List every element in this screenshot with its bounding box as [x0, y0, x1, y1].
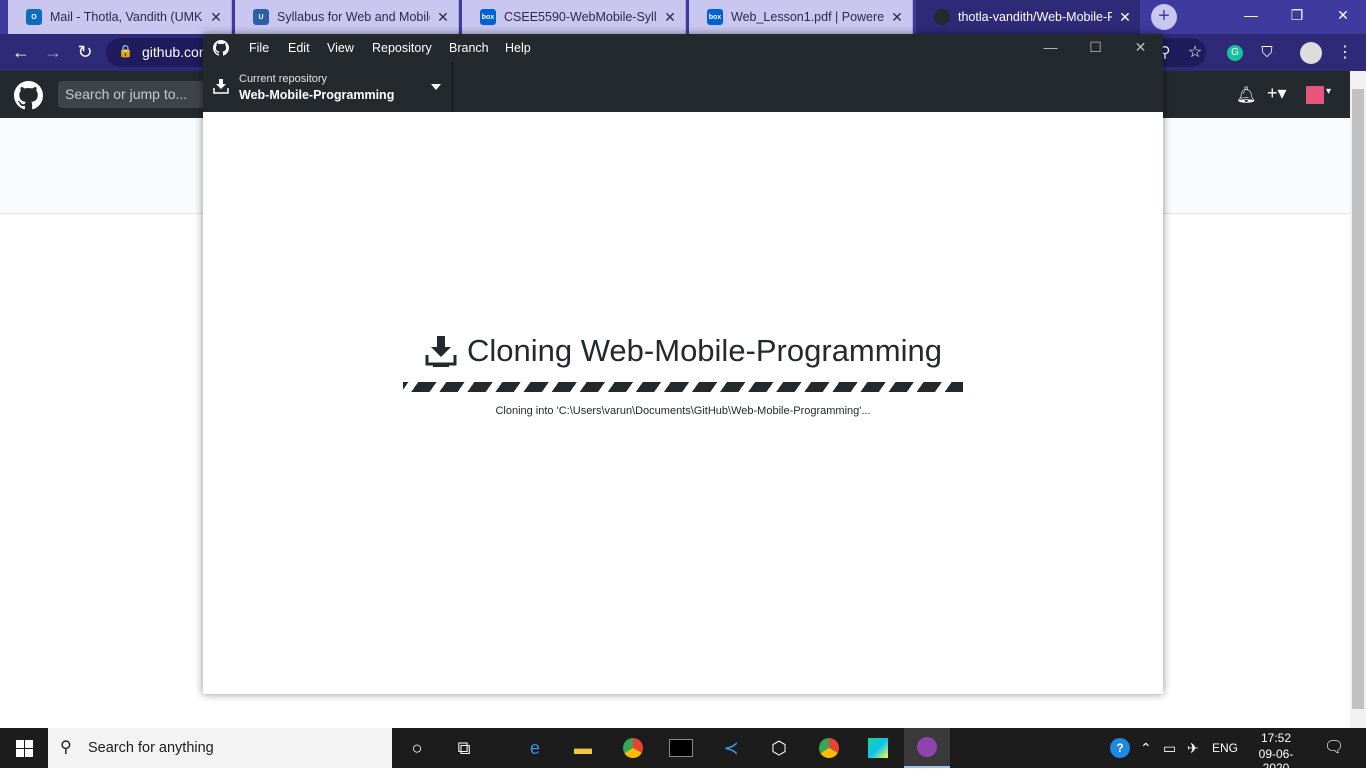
menu-file[interactable]: File — [249, 34, 269, 62]
current-repository-name: Web-Mobile-Programming — [239, 88, 395, 102]
close-icon[interactable]: ✕ — [1118, 9, 1132, 26]
chrome-icon[interactable] — [814, 733, 844, 763]
chevron-down-icon — [431, 84, 441, 90]
browser-tab-lesson[interactable]: box Web_Lesson1.pdf | Powered by ✕ — [689, 0, 913, 34]
help-icon[interactable]: ? — [1110, 728, 1130, 768]
app-close-icon[interactable]: ✕ — [1118, 34, 1163, 62]
github-desktop-icon — [917, 737, 937, 757]
bell-icon[interactable]: 🔔︎ — [1236, 85, 1256, 105]
minimize-icon[interactable]: — — [1228, 0, 1274, 30]
edge-icon[interactable]: e — [520, 733, 550, 763]
app-title-bar: File Edit View Repository Branch Help — … — [203, 34, 1163, 62]
close-icon[interactable]: ✕ — [890, 9, 904, 26]
taskbar-search-placeholder: Search for anything — [88, 740, 214, 756]
github-logo-icon — [213, 40, 229, 56]
menu-edit[interactable]: Edit — [288, 34, 310, 62]
github-desktop-taskbar-button[interactable] — [904, 728, 950, 768]
menu-branch[interactable]: Branch — [449, 34, 489, 62]
lock-icon: 🔒 — [118, 44, 133, 58]
tab-title: Syllabus for Web and Mobile P — [277, 10, 430, 24]
shield-icon[interactable]: ⛉ — [1252, 34, 1282, 71]
app-maximize-icon[interactable]: ☐ — [1073, 34, 1118, 62]
clone-download-icon — [213, 79, 229, 94]
box-icon: box — [707, 9, 723, 25]
current-repository-selector[interactable]: Current repository Web-Mobile-Programmin… — [203, 62, 453, 112]
terminal-icon[interactable] — [666, 733, 696, 763]
menu-repository[interactable]: Repository — [372, 34, 432, 62]
github-desktop-window: File Edit View Repository Branch Help — … — [203, 34, 1163, 694]
clone-progress-view: Cloning Web-Mobile-Programming Cloning i… — [203, 112, 1163, 694]
app-minimize-icon[interactable]: — — [1028, 34, 1073, 62]
vscode-icon[interactable]: ≺ — [716, 733, 746, 763]
browser-menu-icon[interactable]: ⋮ — [1330, 34, 1360, 71]
taskbar-clock[interactable]: 17:52 09-06-2020 — [1250, 731, 1302, 775]
webstorm-icon[interactable] — [863, 733, 893, 763]
search-icon: ⚲ — [60, 739, 72, 756]
reload-icon[interactable]: ↻ — [70, 34, 100, 71]
browser-tab-strip: O Mail - Thotla, Vandith (UMKC-S ✕ U Syl… — [0, 0, 1366, 34]
scrollbar-thumb[interactable] — [1352, 89, 1364, 709]
tab-title: thotla-vandith/Web-Mobile-Pr — [958, 10, 1112, 24]
browser-tab-box-syllabus[interactable]: box CSEE5590-WebMobile-Syllabu ✕ — [462, 0, 686, 34]
tab-title: Web_Lesson1.pdf | Powered by — [731, 10, 884, 24]
clone-progress-bar — [403, 382, 963, 392]
clone-download-icon — [425, 336, 457, 367]
clone-status-text: Cloning into 'C:\Users\varun\Documents\G… — [495, 405, 871, 417]
github-icon — [934, 9, 950, 25]
close-icon[interactable]: ✕ — [436, 9, 450, 26]
battery-icon[interactable]: ▭ — [1163, 728, 1176, 768]
current-repository-label: Current repository — [239, 73, 328, 85]
grammarly-icon[interactable]: G — [1220, 34, 1250, 71]
tab-title: CSEE5590-WebMobile-Syllabu — [504, 10, 657, 24]
plus-icon[interactable]: +▾ — [1267, 83, 1287, 104]
clone-title-text: Cloning Web-Mobile-Programming — [467, 333, 942, 368]
notification-icon[interactable]: 🗨︎ — [1324, 728, 1344, 768]
bookmark-star-icon[interactable]: ☆ — [1180, 34, 1210, 71]
tab-title: Mail - Thotla, Vandith (UMKC-S — [50, 10, 203, 24]
chevron-up-icon[interactable]: ⌃ — [1140, 728, 1152, 768]
chevron-down-icon[interactable]: ▾ — [1326, 86, 1331, 97]
box-icon: box — [480, 9, 496, 25]
url-text: github.com — [142, 44, 211, 60]
umkc-icon: U — [253, 9, 269, 25]
forward-icon[interactable]: → — [38, 34, 68, 71]
repository-toolbar: Current repository Web-Mobile-Programmin… — [203, 62, 1163, 112]
outlook-icon: O — [26, 9, 42, 25]
task-view-icon[interactable]: ⧉ — [449, 733, 479, 763]
profile-avatar[interactable] — [1296, 34, 1326, 71]
chrome-icon[interactable] — [618, 733, 648, 763]
clock-time: 17:52 — [1260, 731, 1292, 745]
network-icon[interactable]: ✈ — [1187, 728, 1199, 768]
taskbar-search-box[interactable]: ⚲ Search for anything — [48, 728, 392, 768]
cortana-icon[interactable]: ○ — [402, 733, 432, 763]
clone-heading: Cloning Web-Mobile-Programming — [425, 331, 942, 371]
restore-icon[interactable]: ❐ — [1274, 0, 1320, 30]
new-tab-button[interactable]: + — [1151, 4, 1177, 30]
virtualbox-icon[interactable]: ⬡ — [764, 733, 794, 763]
windows-start-icon[interactable] — [16, 740, 33, 757]
user-avatar[interactable] — [1306, 86, 1324, 104]
language-indicator[interactable]: ENG — [1212, 728, 1238, 768]
windows-taskbar: ⚲ Search for anything ○ ⧉ e ▬ ≺ ⬡ ? ⌃ ▭ … — [0, 728, 1366, 775]
menu-help[interactable]: Help — [505, 34, 531, 62]
file-explorer-icon[interactable]: ▬ — [568, 733, 598, 763]
menu-view[interactable]: View — [327, 34, 354, 62]
page-scrollbar[interactable] — [1350, 71, 1366, 728]
browser-tab-syllabus[interactable]: U Syllabus for Web and Mobile P ✕ — [235, 0, 459, 34]
clock-date: 09-06-2020 — [1258, 747, 1294, 775]
close-icon[interactable]: ✕ — [209, 9, 223, 26]
github-search-input[interactable]: Search or jump to... — [58, 81, 208, 108]
close-window-icon[interactable]: ✕ — [1320, 0, 1366, 30]
close-icon[interactable]: ✕ — [663, 9, 677, 26]
back-icon[interactable]: ← — [6, 34, 36, 71]
browser-tab-mail[interactable]: O Mail - Thotla, Vandith (UMKC-S ✕ — [8, 0, 232, 34]
github-logo-icon[interactable] — [14, 81, 43, 110]
browser-tab-github[interactable]: thotla-vandith/Web-Mobile-Pr ✕ — [916, 0, 1140, 34]
